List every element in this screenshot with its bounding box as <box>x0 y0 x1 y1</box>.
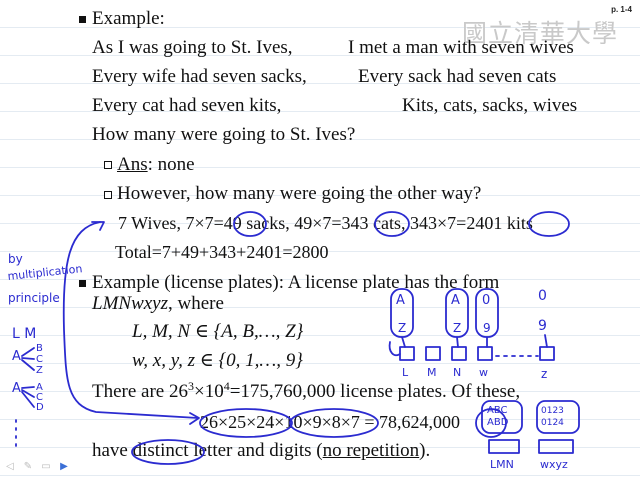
tree-top: L M <box>12 326 36 342</box>
slot-box <box>477 346 493 361</box>
slot-box <box>399 346 415 361</box>
menu-icon[interactable]: ▭ <box>40 461 52 473</box>
circle-343 <box>374 211 410 237</box>
tree-node: A <box>12 381 21 396</box>
slide-nav-toolbar: ◁ ✎ ▭ ▶ <box>4 461 70 473</box>
slot-label: N <box>453 366 461 379</box>
slot-label: M <box>427 366 437 379</box>
circle-2401 <box>528 211 570 237</box>
slot-hook <box>388 341 401 357</box>
slot-letter: A <box>451 293 460 308</box>
tree-branch <box>21 347 35 371</box>
bracket-arrow <box>62 221 199 419</box>
forward-arrow-icon[interactable]: ▶ <box>58 461 70 473</box>
digit-slot-group <box>538 439 574 454</box>
slot-letter: 0 <box>538 288 547 304</box>
circle-distinct <box>131 439 205 465</box>
tree-node: Z <box>36 365 43 376</box>
letter-slot-group <box>488 439 520 454</box>
slot-box <box>539 346 555 361</box>
tree-node: A <box>12 349 21 364</box>
slot-letter: A <box>396 293 405 308</box>
slot-label: z <box>541 367 547 381</box>
slot-letter: 9 <box>483 321 491 335</box>
digit-example: 0123 <box>541 406 564 416</box>
handwritten-annotations: by multiplication principle L M A B C Z … <box>7 211 580 471</box>
letter-group-label: LMN <box>490 458 514 471</box>
lecture-slide: p. 1-4 國立清華大學 Example: As I was going to… <box>0 0 640 480</box>
tree-branch <box>21 386 35 408</box>
letter-example: ABC <box>487 405 508 416</box>
slot-letter: 0 <box>482 293 490 308</box>
slot-box <box>425 346 441 361</box>
circle-digit-product <box>289 408 379 438</box>
slot-box <box>451 346 467 361</box>
slot-letter: Z <box>453 321 461 335</box>
slot-label: w <box>479 366 488 379</box>
slot-letter: 9 <box>538 318 547 334</box>
tree-node: D <box>36 402 44 413</box>
pen-icon[interactable]: ✎ <box>22 461 34 473</box>
digit-group-label: wxyz <box>540 458 568 471</box>
tree-node: B <box>36 343 43 354</box>
letter-example: ABD <box>487 417 509 428</box>
slot-letter: Z <box>398 321 406 335</box>
margin-note: principle <box>8 291 60 305</box>
back-arrow-icon[interactable]: ◁ <box>4 461 16 473</box>
circle-49 <box>233 211 267 237</box>
circle-letter-product <box>199 408 293 438</box>
tree-node: C <box>36 354 43 365</box>
margin-note: by <box>8 252 23 266</box>
digit-example: 0124 <box>541 418 564 428</box>
slot-label: L <box>402 366 409 379</box>
slot-connector <box>401 334 548 348</box>
